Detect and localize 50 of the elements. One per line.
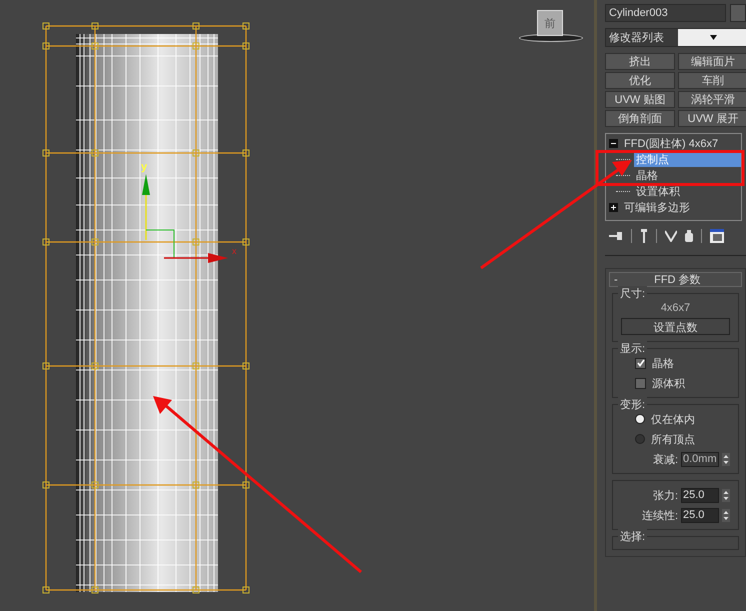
modifier-button[interactable]: UVW 贴图 — [605, 91, 675, 108]
show-end-result-icon[interactable] — [640, 229, 648, 243]
viewcube-ring[interactable] — [519, 34, 583, 42]
set-points-button[interactable]: 设置点数 — [621, 318, 730, 335]
axis-label: y — [141, 161, 148, 173]
modifier-button[interactable]: 车削 — [678, 72, 746, 89]
dropdown-arrow-icon — [710, 35, 717, 40]
group-title: 选择: — [618, 529, 648, 544]
group-title: 尺寸: — [618, 286, 648, 301]
spinner-arrows-icon[interactable] — [722, 508, 730, 522]
modifier-button[interactable]: 编辑面片 — [678, 53, 746, 70]
group-title: 显示: — [618, 341, 648, 356]
spinner-label: 连续性: — [642, 508, 678, 522]
radio-button[interactable] — [635, 414, 645, 424]
modifier-button[interactable]: 涡轮平滑 — [678, 91, 746, 108]
expand-icon[interactable] — [609, 202, 618, 212]
modifier-stack-item[interactable]: 可编辑多边形 — [622, 200, 741, 214]
spinner-label: 衰减: — [652, 452, 678, 466]
pin-icon[interactable] — [609, 230, 623, 242]
spinner-arrows-icon[interactable] — [722, 452, 730, 466]
lattice-size-readout: 4x6x7 — [660, 301, 692, 314]
collapse-icon[interactable] — [609, 138, 618, 148]
checkbox-label: 晶格 — [652, 356, 674, 370]
sub-object-item[interactable]: 设置体积 — [634, 184, 741, 198]
checkbox-label: 源体积 — [652, 376, 685, 390]
radio-label: 仅在体内 — [651, 412, 695, 426]
checkbox[interactable] — [635, 358, 646, 368]
checkbox[interactable] — [635, 378, 646, 388]
modifier-button[interactable]: 优化 — [605, 72, 675, 89]
radio-label: 所有顶点 — [651, 432, 695, 446]
axis-label: x — [232, 246, 236, 256]
modifier-button[interactable]: 挤出 — [605, 53, 675, 70]
modifier-button[interactable]: 倒角剖面 — [605, 110, 675, 127]
spinner-arrows-icon[interactable] — [722, 488, 730, 502]
collapse-toggle[interactable]: - — [614, 274, 618, 286]
group-title: 变形: — [618, 397, 648, 412]
sub-object-item[interactable]: 晶格 — [634, 168, 741, 182]
make-unique-icon[interactable] — [665, 230, 677, 242]
spinner-field[interactable]: 25.0 — [681, 488, 719, 502]
rollout-title: FFD 参数 — [653, 273, 702, 287]
spinner-field[interactable]: 25.0 — [681, 508, 719, 522]
modifier-button[interactable]: UVW 展开 — [678, 110, 746, 127]
rollout-header[interactable]: - FFD 参数 — [609, 272, 742, 287]
object-color-swatch[interactable] — [730, 4, 746, 22]
object-name-field[interactable]: Cylinder003 — [605, 4, 726, 22]
spinner-label: 张力: — [652, 488, 678, 502]
modifier-stack-item[interactable]: FFD(圆柱体) 4x6x7 — [622, 136, 741, 150]
modifier-list-dropdown[interactable]: 修改器列表 — [605, 28, 746, 47]
radio-button[interactable] — [635, 434, 645, 444]
configure-sets-icon[interactable] — [710, 229, 724, 243]
